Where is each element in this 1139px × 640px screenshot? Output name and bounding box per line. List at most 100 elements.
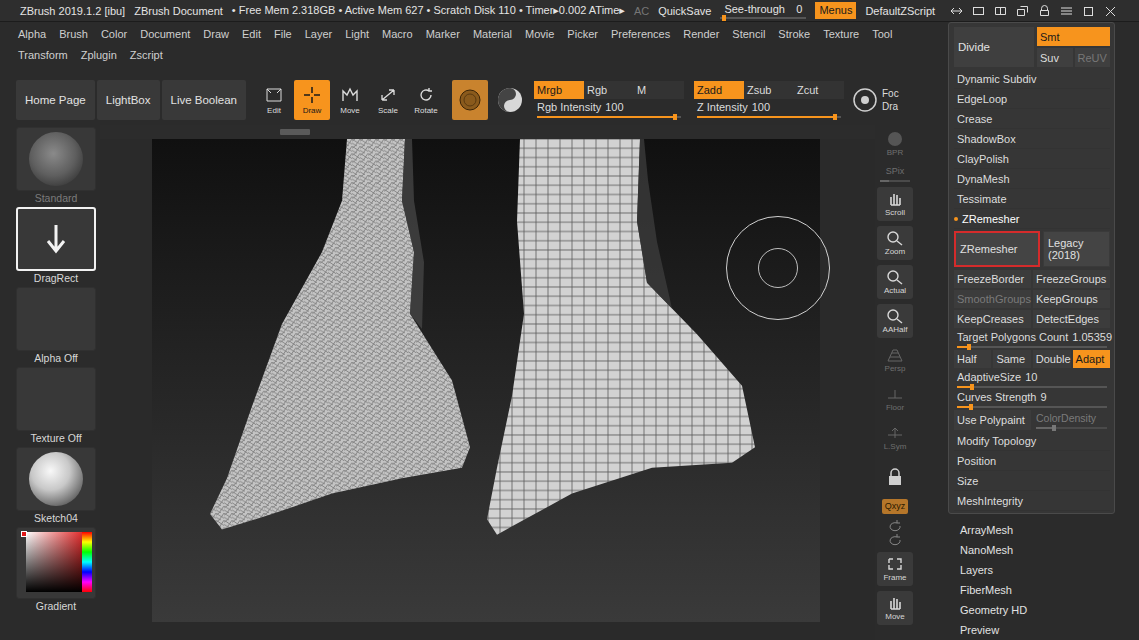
shelf-item[interactable]: Texture Off (16, 367, 96, 445)
viewport-button[interactable]: Zoom (877, 226, 913, 260)
nav-button[interactable]: LightBox (97, 80, 160, 120)
menu-item[interactable]: Draw (203, 28, 229, 40)
divide-option[interactable]: Smt (1037, 27, 1110, 46)
menu-item[interactable]: Zscript (130, 49, 163, 61)
hue-bar[interactable] (82, 532, 92, 592)
slider-handle[interactable] (970, 384, 974, 390)
rgb-intensity-slider[interactable]: Rgb Intensity100 (534, 99, 684, 119)
use-polypaint-toggle[interactable]: Use Polypaint (954, 410, 1031, 430)
menu-item[interactable]: Brush (59, 28, 88, 40)
menus-button[interactable]: Menus (815, 2, 856, 19)
viewport-button[interactable]: Frame (877, 552, 913, 586)
slider-handle[interactable] (967, 344, 971, 350)
channel-button[interactable]: Rgb (584, 81, 634, 99)
viewport-button[interactable]: BPR (877, 127, 913, 161)
document-canvas[interactable] (152, 139, 820, 622)
alpha-thumbnail[interactable] (16, 287, 96, 351)
mode-button[interactable]: Edit (256, 80, 292, 120)
see-through-slider[interactable]: See-through0 (720, 3, 806, 19)
zremesher-header[interactable]: ZRemesher (954, 209, 1110, 229)
viewport-button[interactable]: L.Sym (877, 421, 913, 455)
target-polygons-slider[interactable]: Target Polygons Count1.05359 (954, 329, 1110, 349)
subpalette-row[interactable]: Position (954, 451, 1110, 471)
focal-label[interactable]: Dra (882, 100, 899, 113)
density-mode-button[interactable]: Same (993, 350, 1030, 368)
window-control-icon[interactable] (972, 5, 985, 17)
mode-button[interactable]: Move (332, 80, 368, 120)
window-control-icon[interactable] (1082, 5, 1095, 17)
toggle-button[interactable]: FreezeGroups (1033, 270, 1110, 288)
viewport-button[interactable]: Floor (877, 382, 913, 416)
slider-handle[interactable] (833, 114, 837, 120)
viewport-button[interactable]: AAHalf (877, 304, 913, 338)
menu-item[interactable]: Layer (305, 28, 333, 40)
menu-item[interactable]: Tool (872, 28, 892, 40)
menu-item[interactable]: Alpha (18, 28, 46, 40)
channel-button[interactable]: M (634, 81, 684, 99)
texture-thumbnail[interactable] (16, 367, 96, 431)
toggle-button[interactable]: KeepGroups (1033, 290, 1110, 308)
menu-item[interactable]: Preferences (611, 28, 670, 40)
z-mode-button[interactable]: Zcut (794, 81, 844, 99)
menu-item[interactable]: Render (683, 28, 719, 40)
shelf-item[interactable]: Alpha Off (16, 287, 96, 365)
subpalette-row[interactable]: EdgeLoop (954, 89, 1110, 109)
subpalette-item[interactable]: Geometry HD (960, 600, 1115, 620)
window-control-icon[interactable] (994, 5, 1007, 17)
mode-button[interactable]: Rotate (408, 80, 444, 120)
zremesher-action-button[interactable]: ZRemesher (954, 231, 1040, 267)
menu-item[interactable]: Marker (426, 28, 460, 40)
subpalette-row[interactable]: ClayPolish (954, 149, 1110, 169)
stroke-thumbnail[interactable] (16, 207, 96, 271)
subpalette-item[interactable]: FiberMesh (960, 580, 1115, 600)
menu-item[interactable]: Transform (18, 49, 68, 61)
toggle-button[interactable]: KeepCreases (954, 310, 1031, 328)
viewport-button[interactable]: Persp (877, 343, 913, 377)
channel-button[interactable]: Mrgb (534, 81, 584, 99)
subpalette-item[interactable]: NanoMesh (960, 540, 1115, 560)
quicksave-button[interactable]: QuickSave (658, 5, 711, 17)
z-mode-button[interactable]: Zadd (694, 81, 744, 99)
shelf-item[interactable]: Standard (16, 127, 96, 205)
menu-item[interactable]: Document (140, 28, 190, 40)
shelf-item[interactable]: Gradient (16, 527, 96, 613)
slider-track[interactable] (957, 406, 1107, 408)
toggle-button[interactable]: FreezeBorder (954, 270, 1031, 288)
subpalette-row[interactable]: Dynamic Subdiv (954, 69, 1110, 89)
shelf-item[interactable]: Sketch04 (16, 447, 96, 525)
subpalette-row[interactable]: Tessimate (954, 189, 1110, 209)
menu-item[interactable]: Stroke (778, 28, 810, 40)
menu-item[interactable]: Macro (382, 28, 413, 40)
subpalette-item[interactable]: ArrayMesh (960, 520, 1115, 540)
mode-button[interactable]: Draw (294, 80, 330, 120)
subpalette-item[interactable]: Layers (960, 560, 1115, 580)
window-control-icon[interactable] (1104, 5, 1117, 17)
menu-item[interactable]: Light (345, 28, 369, 40)
window-control-icon[interactable] (1038, 5, 1051, 17)
zremesher-slider[interactable]: Curves Strength9 (954, 389, 1110, 409)
slider-track[interactable] (537, 116, 681, 118)
lock-button[interactable] (877, 460, 913, 494)
menu-item[interactable]: Zplugin (81, 49, 117, 61)
subpalette-item[interactable]: Preview (960, 620, 1115, 640)
z-mode-button[interactable]: Zsub (744, 81, 794, 99)
menu-item[interactable]: Movie (525, 28, 554, 40)
nav-button[interactable]: Home Page (16, 80, 95, 120)
zremesher-action-button[interactable]: Legacy (2018) (1043, 231, 1110, 267)
subpalette-row[interactable]: DynaMesh (954, 169, 1110, 189)
slider-handle[interactable] (969, 404, 973, 410)
divide-option[interactable]: Suv (1037, 48, 1073, 67)
color-picker[interactable] (16, 527, 96, 599)
menu-item[interactable]: Material (473, 28, 512, 40)
menu-item[interactable]: Texture (823, 28, 859, 40)
toggle-button[interactable]: DetectEdges (1033, 310, 1110, 328)
menu-item[interactable]: Picker (567, 28, 598, 40)
density-mode-button[interactable]: Adapt (1073, 350, 1110, 368)
viewport-button[interactable]: Move (877, 591, 913, 625)
density-mode-button[interactable]: Double (1033, 350, 1071, 368)
slider-track[interactable] (957, 386, 1107, 388)
density-mode-button[interactable]: Half (954, 350, 991, 368)
subpalette-row[interactable]: Size (954, 471, 1110, 491)
menu-item[interactable]: File (274, 28, 292, 40)
shelf-item[interactable]: DragRect (16, 207, 96, 285)
